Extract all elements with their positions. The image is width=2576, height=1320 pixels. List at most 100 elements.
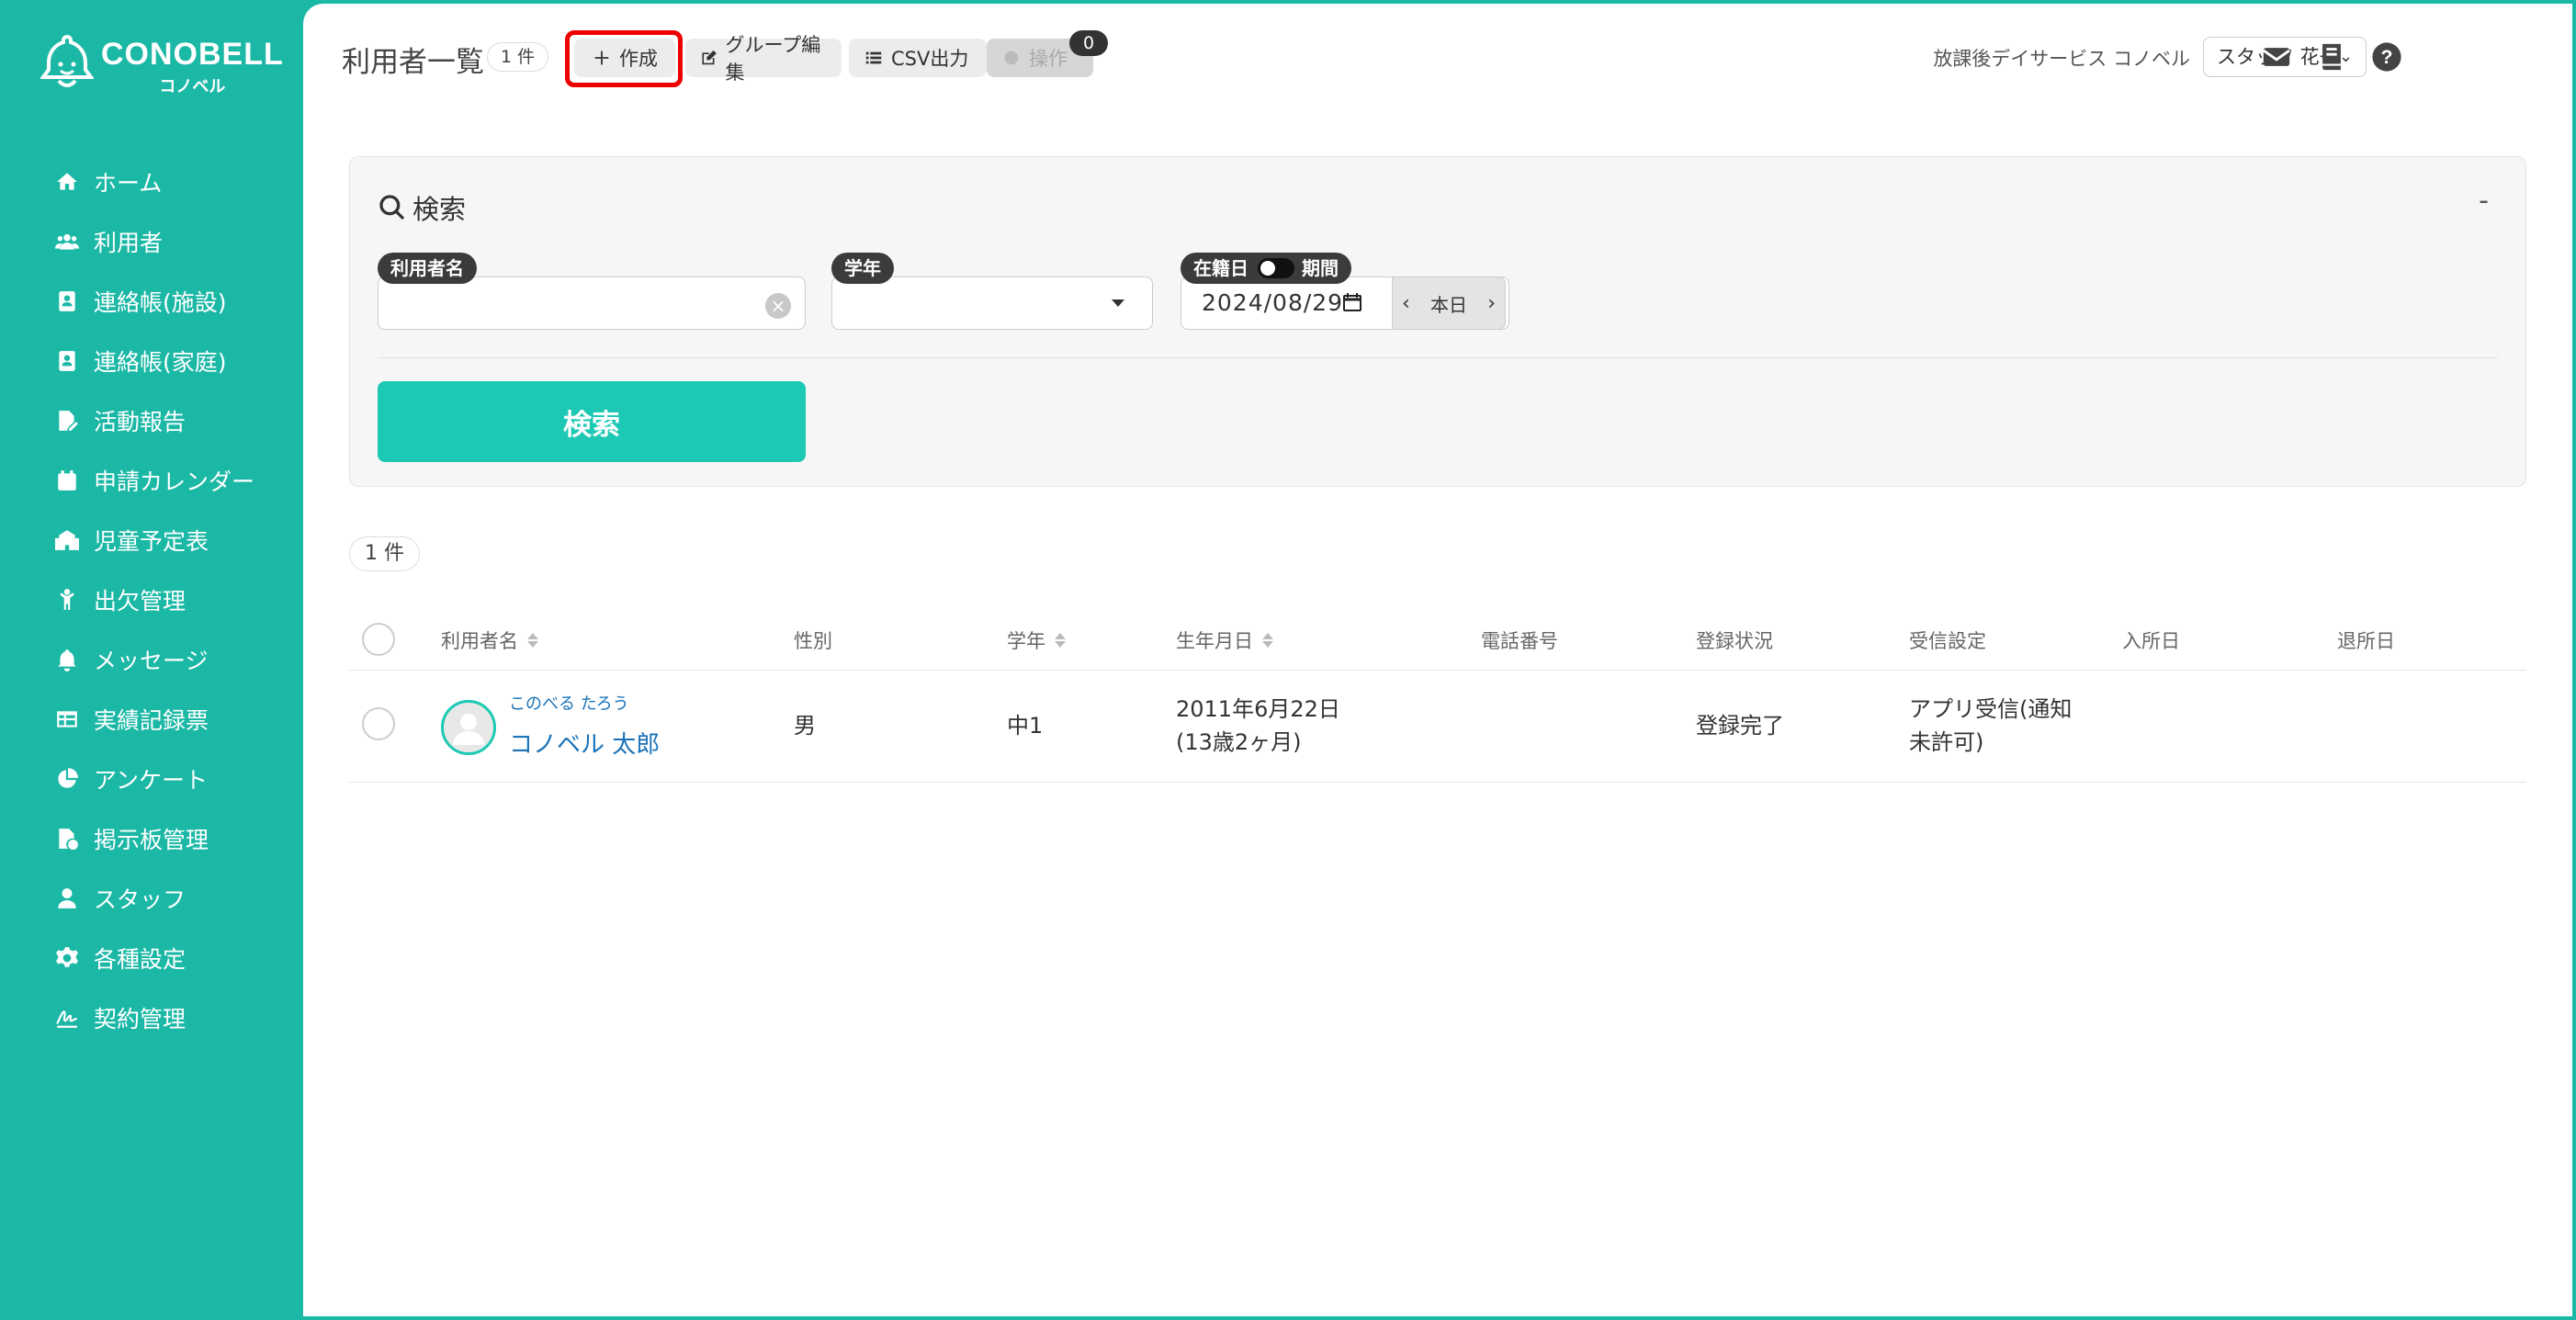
file-edit-icon [53,407,81,434]
group-edit-label: グループ編集 [725,34,821,84]
sidebar-item-label: 申請カレンダー [94,468,255,495]
row-checkbox[interactable] [362,707,395,740]
create-button[interactable]: 作成 [574,39,675,77]
contact-book-icon [53,288,81,315]
search-icon [379,195,405,220]
period-label: 期間 [1302,257,1339,279]
sidebar-item-users[interactable]: 利用者 [53,211,254,271]
next-day-icon[interactable]: › [1487,292,1496,315]
person-icon [53,885,81,912]
manual-book-icon[interactable] [2315,40,2348,73]
calendar-icon [53,467,81,494]
column-label: 生年月日 [1176,630,1253,652]
sidebar-item-contact-home[interactable]: 連絡帳(家庭) [53,331,254,390]
school-icon [53,526,81,554]
enrolled-date-label: 在籍日 [1193,257,1248,279]
sidebar-item-staff[interactable]: スタッフ [53,868,254,928]
sidebar-item-contract[interactable]: 契約管理 [53,987,254,1047]
sidebar-item-label: 契約管理 [94,1005,186,1032]
divider [378,357,2498,358]
user-name-link[interactable]: コノベル 太郎 [509,726,660,760]
operation-count-badge: 0 [1069,30,1108,56]
table-row[interactable]: このべる たろう コノベル 太郎 男 中1 2011年6月22日 (13歳2ヶ月… [349,671,2526,783]
sidebar-item-messages[interactable]: メッセージ [53,629,254,689]
search-panel: 検索 - 利用者名 × 学年 在籍日 期間 2024/08/29 ‹ 本日 › … [349,156,2526,487]
sidebar-item-label: ホーム [94,169,163,197]
sidebar-item-settings[interactable]: 各種設定 [53,928,254,987]
operation-label: 操作 [1029,48,1068,70]
status-cell: 登録完了 [1696,713,1784,739]
select-all-checkbox[interactable] [362,623,395,656]
list-icon [865,51,882,64]
sidebar-item-records[interactable]: 実績記録票 [53,689,254,749]
day-navigator: ‹ 本日 › [1392,276,1506,330]
sidebar-item-calendar[interactable]: 申請カレンダー [53,450,254,510]
sidebar-item-schedule[interactable]: 児童予定表 [53,510,254,570]
sidebar-nav: ホーム 利用者 連絡帳(施設) 連絡帳(家庭) 活動報告 申請カレンダー 児童予… [53,152,254,1047]
column-label: 電話番号 [1481,630,1558,652]
clear-icon[interactable]: × [765,293,791,319]
page-title: 利用者一覧 [342,46,484,79]
grade-cell: 中1 [1007,713,1044,739]
sidebar-item-label: アンケート [94,766,209,794]
edit-icon [702,50,717,65]
search-title-text: 検索 [412,194,467,225]
column-birth-date[interactable]: 生年月日 [1176,626,1273,654]
calendar-icon[interactable] [1341,291,1363,313]
column-receive: 受信設定 [1909,626,1986,654]
mail-icon[interactable] [2260,40,2293,73]
sidebar-item-activity-report[interactable]: 活動報告 [53,390,254,450]
table-header: 利用者名 性別 学年 生年月日 電話番号 登録状況 受信設定 入所日 退所日 [349,610,2526,671]
column-label: 受信設定 [1909,630,1986,652]
logo[interactable]: CONOBELL コノベル [40,33,284,97]
brand-name: CONOBELL [101,37,284,72]
top-bar: 利用者一覧 1 件 作成 グループ編集 CSV出力 操作 0 放課後デイサービス… [303,4,2572,107]
child-icon [53,586,81,614]
collapse-button[interactable]: - [2479,185,2489,217]
column-label: 性別 [794,630,832,652]
column-label: 学年 [1007,630,1045,652]
sidebar-item-attendance[interactable]: 出欠管理 [53,570,254,629]
search-button[interactable]: 検索 [378,381,806,462]
sidebar-item-label: 活動報告 [94,408,186,435]
today-button[interactable]: 本日 [1430,290,1467,317]
column-status: 登録状況 [1696,626,1773,654]
sidebar: CONOBELL コノベル ホーム 利用者 連絡帳(施設) 連絡帳(家庭) 活動… [0,0,303,1320]
sidebar-item-board[interactable]: 掲示板管理 [53,808,254,868]
column-label: 退所日 [2337,630,2395,652]
column-phone: 電話番号 [1481,626,1558,654]
grade-select[interactable] [831,276,1153,330]
help-icon[interactable]: ? [2370,40,2403,73]
column-label: 入所日 [2122,630,2180,652]
gear-icon [53,944,81,972]
column-label: 登録状況 [1696,630,1773,652]
group-edit-button[interactable]: グループ編集 [685,34,842,84]
birth-date-cell: 2011年6月22日 (13歳2ヶ月) [1176,693,1340,759]
sidebar-item-home[interactable]: ホーム [53,152,254,211]
date-mode-toggle[interactable] [1258,258,1294,278]
sort-icon [1055,633,1066,648]
sidebar-item-label: 連絡帳(施設) [94,288,227,316]
age: (13歳2ヶ月) [1176,729,1302,755]
column-user-name[interactable]: 利用者名 [441,626,538,654]
file-check-icon [53,825,81,852]
sidebar-item-contact-facility[interactable]: 連絡帳(施設) [53,271,254,331]
facility-name: 放課後デイサービス コノベル [1933,48,2190,70]
column-grade[interactable]: 学年 [1007,626,1066,654]
svg-text:?: ? [2381,46,2393,68]
plus-icon [594,51,609,65]
operation-icon [1004,51,1019,65]
bell-logo-icon [40,34,94,87]
prev-day-icon[interactable]: ‹ [1402,292,1410,315]
column-admission: 入所日 [2122,626,2180,654]
avatar [441,700,496,755]
sidebar-item-label: スタッフ [94,886,186,913]
table-icon [53,705,81,733]
csv-export-label: CSV出力 [891,48,969,70]
date-mode-label: 在籍日 期間 [1181,253,1351,284]
user-name-input[interactable] [378,276,806,330]
brand-sub: コノベル [159,77,226,96]
csv-export-button[interactable]: CSV出力 [849,39,987,77]
sidebar-item-survey[interactable]: アンケート [53,749,254,808]
birth-date: 2011年6月22日 [1176,696,1340,722]
